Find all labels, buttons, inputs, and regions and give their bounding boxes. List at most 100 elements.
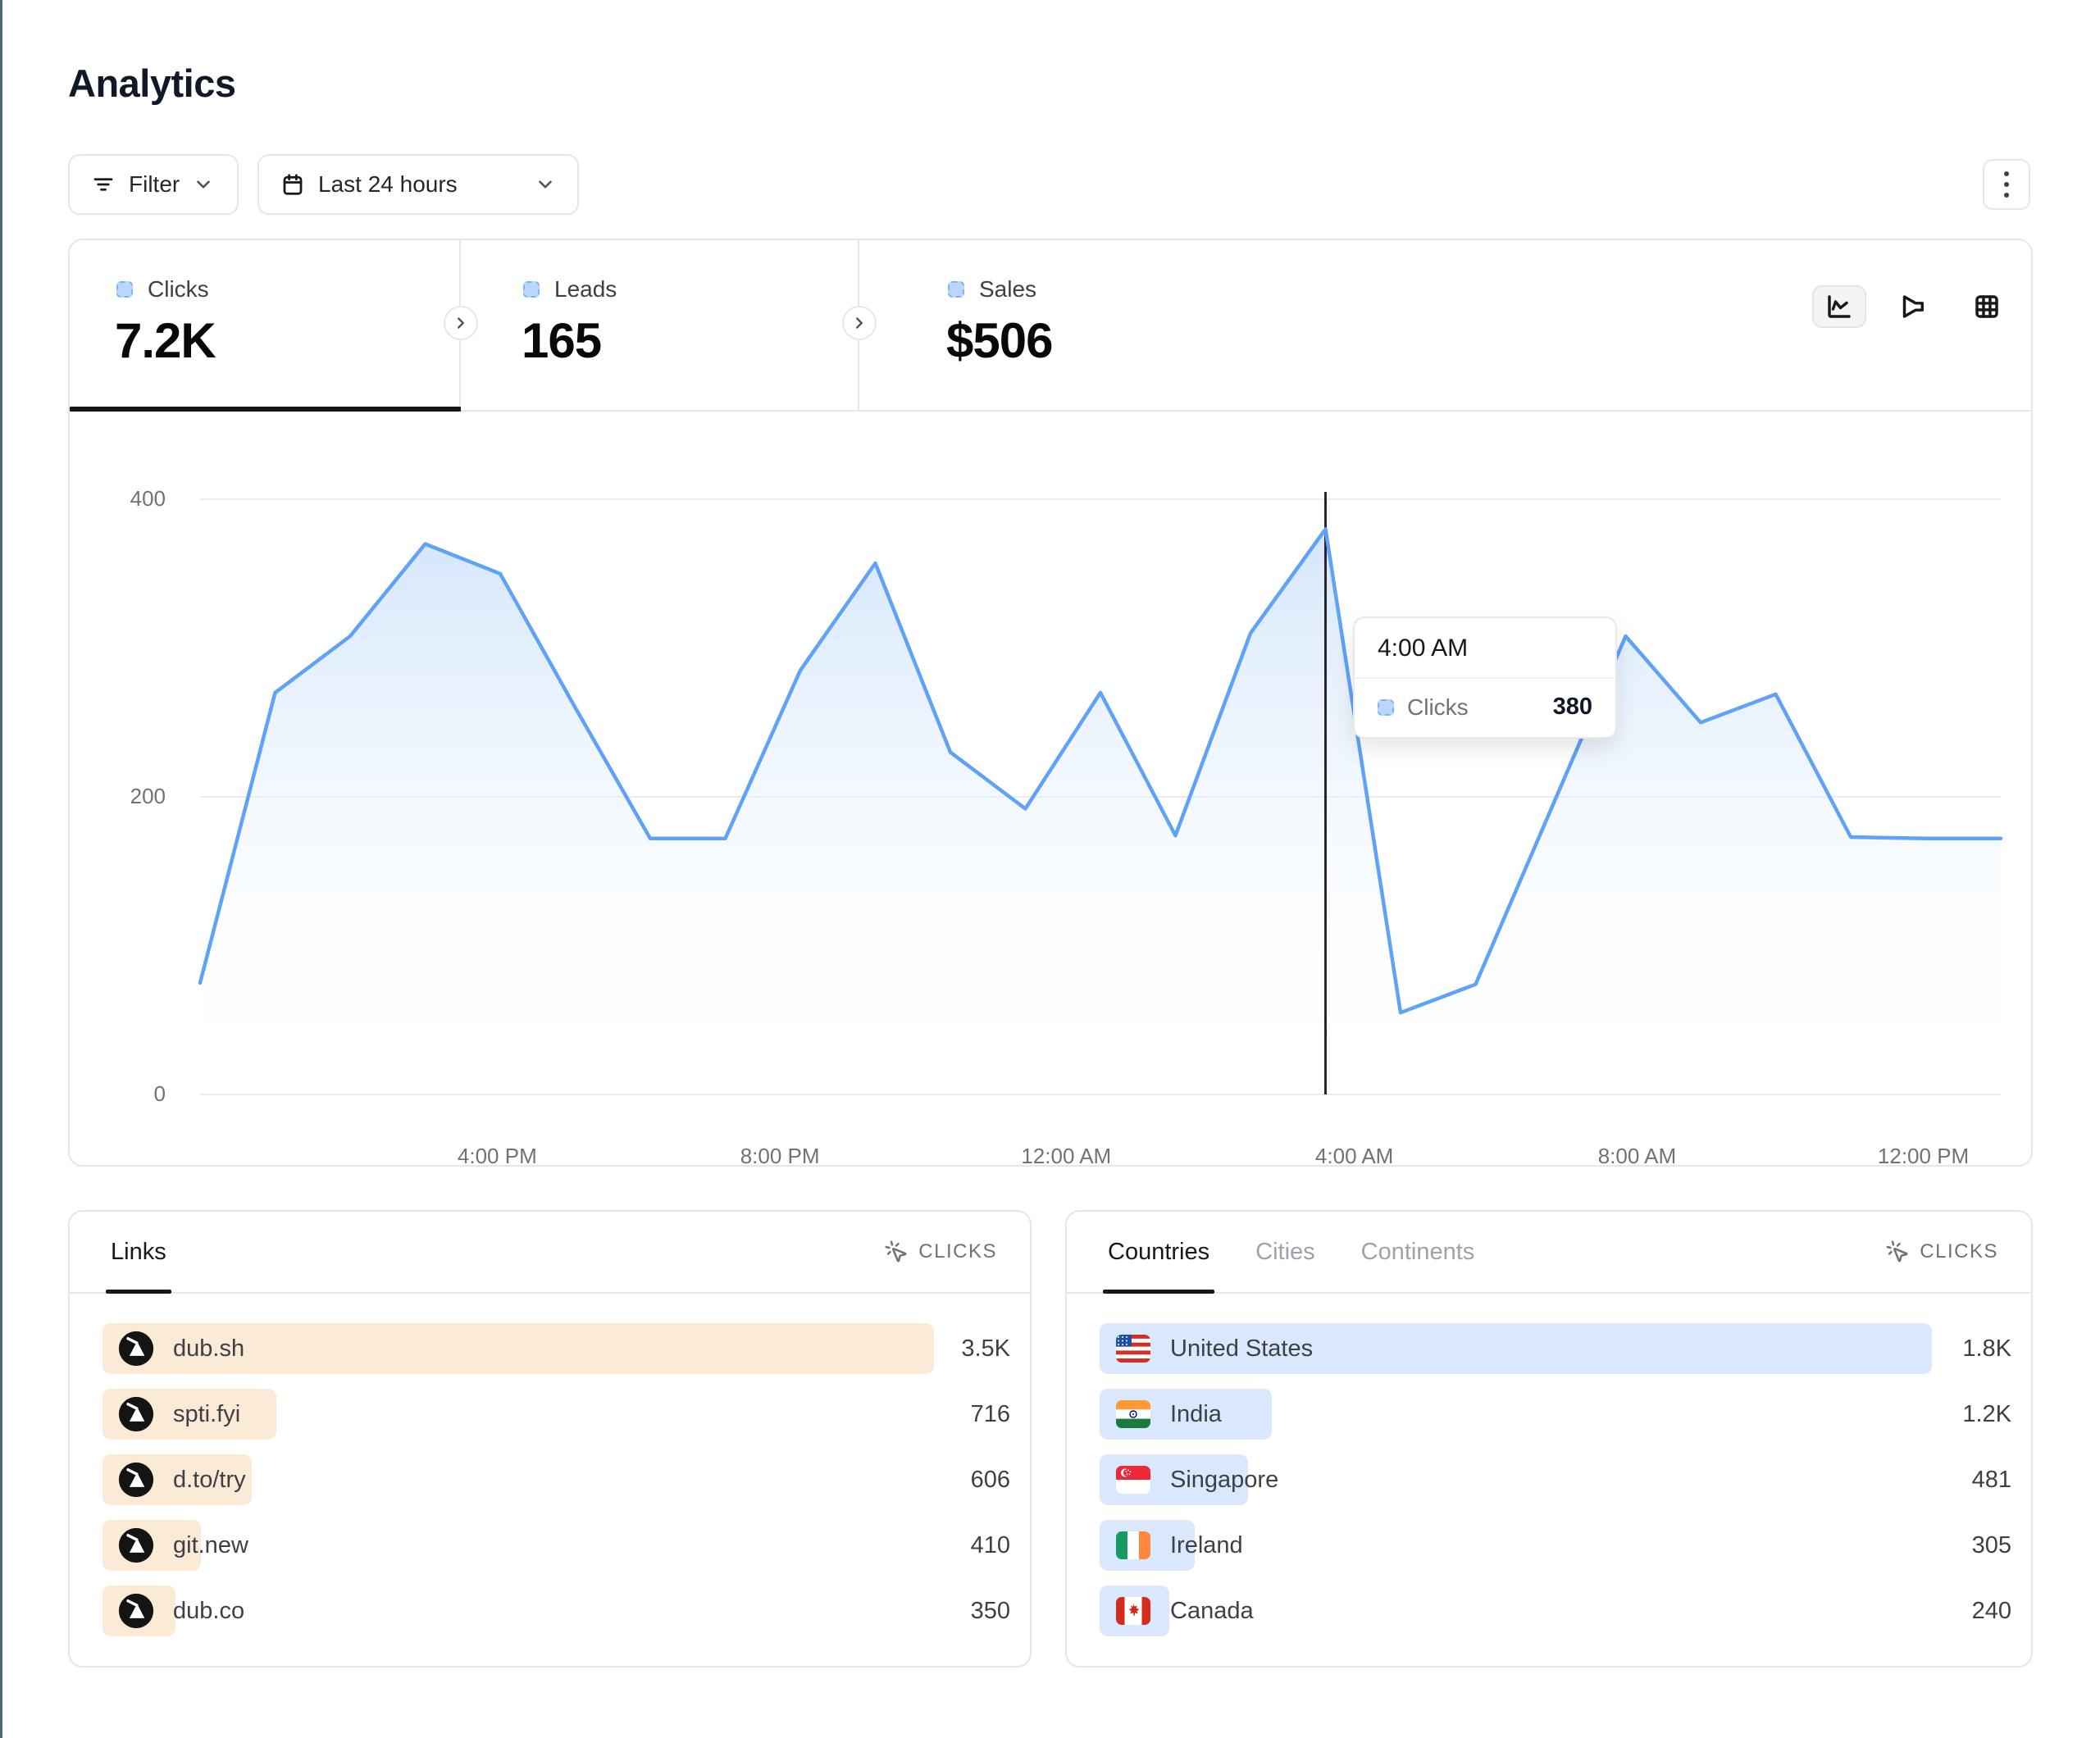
stat-label: Sales — [979, 276, 1036, 303]
stat-value: 165 — [522, 312, 601, 369]
country-clicks-value: 240 — [1972, 1598, 2011, 1625]
tooltip-series-chip — [1378, 699, 1394, 716]
tab-countries[interactable]: Countries — [1108, 1212, 1209, 1292]
cursor-click-icon — [884, 1240, 909, 1264]
tooltip-series-label: Clicks — [1407, 694, 1469, 721]
country-label: India — [1170, 1401, 1222, 1428]
y-axis-tick-label: 400 — [92, 486, 166, 512]
leads-series-chip — [523, 281, 540, 298]
active-stat-underline — [70, 407, 461, 412]
link-row[interactable]: spti.fyi716 — [102, 1389, 1010, 1440]
chevron-down-icon — [535, 174, 556, 195]
link-label: dub.co — [173, 1598, 244, 1625]
countries-metric-button[interactable]: CLICKS — [1885, 1240, 1998, 1264]
table-view-button[interactable] — [1960, 285, 2014, 328]
countries-metric-label: CLICKS — [1920, 1240, 1998, 1263]
stats-row: Clicks 7.2K Leads 165 Sales $506 — [70, 240, 2031, 412]
country-clicks-value: 1.2K — [1962, 1401, 2011, 1428]
country-row[interactable]: India 1.2K — [1100, 1389, 2011, 1440]
country-row[interactable]: United States 1.8K — [1100, 1323, 2011, 1374]
x-axis-tick-label: 8:00 AM — [1598, 1144, 1676, 1169]
link-row[interactable]: d.to/try606 — [102, 1454, 1010, 1505]
left-edge-divider — [0, 0, 2, 1738]
filter-button-label: Filter — [129, 171, 180, 198]
expand-clicks-button[interactable] — [444, 306, 478, 340]
link-clicks-value: 606 — [971, 1467, 1010, 1494]
chart-view-switcher — [1812, 285, 2014, 328]
links-panel-header: Links CLICKS — [70, 1212, 1030, 1294]
kebab-menu-icon — [2004, 171, 2009, 198]
dub-logo-icon — [117, 1461, 155, 1499]
date-range-button[interactable]: Last 24 hours — [257, 154, 579, 215]
clicks-timeseries-chart[interactable] — [200, 492, 2001, 1094]
filter-button[interactable]: Filter — [68, 154, 239, 215]
stat-card-leads[interactable]: Leads 165 — [461, 240, 859, 410]
funnel-chart-view-button[interactable] — [1886, 285, 1940, 328]
country-clicks-value: 305 — [1972, 1532, 2011, 1559]
link-row[interactable]: dub.co 350 — [102, 1586, 1010, 1636]
date-range-label: Last 24 hours — [318, 171, 458, 198]
flag-icon — [1114, 1395, 1152, 1433]
y-axis-tick-label: 0 — [92, 1081, 166, 1107]
stat-value: 7.2K — [115, 312, 216, 369]
tab-links[interactable]: Links — [111, 1212, 166, 1292]
flag-ie-icon — [1116, 1531, 1150, 1559]
flag-ca-icon — [1116, 1597, 1150, 1625]
tooltip-time: 4:00 AM — [1355, 618, 1615, 679]
country-label: Ireland — [1170, 1532, 1243, 1559]
country-row[interactable]: Singapore 481 — [1100, 1454, 2011, 1505]
link-label: spti.fyi — [173, 1401, 240, 1428]
chevron-down-icon — [193, 174, 214, 195]
country-label: United States — [1170, 1335, 1313, 1363]
country-clicks-value: 481 — [1972, 1467, 2011, 1494]
link-clicks-value: 350 — [971, 1598, 1010, 1625]
countries-panel-header: Countries Cities Continents CLICKS — [1067, 1212, 2031, 1294]
tab-cities[interactable]: Cities — [1255, 1212, 1315, 1292]
country-clicks-value: 1.8K — [1962, 1335, 2011, 1363]
stat-card-clicks[interactable]: Clicks 7.2K — [70, 240, 461, 410]
flag-icon — [1114, 1330, 1152, 1367]
x-axis-tick-label: 8:00 PM — [740, 1144, 820, 1169]
flag-icon — [1114, 1592, 1152, 1630]
countries-panel: Countries Cities Continents CLICKS Unite… — [1065, 1210, 2033, 1667]
link-row[interactable]: dub.sh 3.5K — [102, 1323, 1010, 1374]
tooltip-value: 380 — [1553, 694, 1592, 721]
stat-label: Leads — [554, 276, 617, 303]
more-options-button[interactable] — [1983, 159, 2030, 210]
link-clicks-value: 410 — [971, 1532, 1010, 1559]
country-row[interactable]: Canada240 — [1100, 1586, 2011, 1636]
funnel-chart-icon — [1898, 292, 1928, 321]
line-chart-view-button[interactable] — [1812, 285, 1866, 328]
links-metric-button[interactable]: CLICKS — [884, 1240, 997, 1264]
link-label: git.new — [173, 1532, 248, 1559]
dub-logo-icon — [117, 1526, 155, 1564]
x-axis-tick-label: 4:00 AM — [1315, 1144, 1393, 1169]
y-axis-tick-label: 200 — [92, 784, 166, 809]
table-view-icon — [1972, 292, 2002, 321]
link-label: dub.sh — [173, 1335, 244, 1363]
flag-us-icon — [1116, 1335, 1150, 1363]
tab-continents[interactable]: Continents — [1361, 1212, 1475, 1292]
stat-value: $506 — [946, 312, 1052, 369]
flag-in-icon — [1116, 1400, 1150, 1428]
country-label: Singapore — [1170, 1467, 1278, 1494]
links-panel: Links CLICKS dub.sh 3.5K spti.fyi716 d.to… — [68, 1210, 1032, 1667]
links-metric-label: CLICKS — [918, 1240, 997, 1263]
stat-label: Clicks — [148, 276, 209, 303]
flag-icon — [1114, 1526, 1152, 1564]
line-chart-icon — [1824, 292, 1854, 321]
link-row[interactable]: git.new 410 — [102, 1520, 1010, 1571]
filter-icon — [91, 172, 116, 197]
x-axis-tick-label: 12:00 PM — [1878, 1144, 1969, 1169]
sales-series-chip — [948, 281, 964, 298]
expand-leads-button[interactable] — [842, 306, 877, 340]
cursor-click-icon — [1885, 1240, 1910, 1264]
page-title: Analytics — [68, 61, 235, 106]
link-clicks-value: 3.5K — [961, 1335, 1010, 1363]
calendar-icon — [280, 172, 305, 197]
area-fill — [200, 529, 2001, 1094]
flag-icon — [1114, 1461, 1152, 1499]
country-row[interactable]: Ireland 305 — [1100, 1520, 2011, 1571]
stat-card-sales[interactable]: Sales $506 — [859, 240, 1204, 410]
dub-logo-icon — [117, 1395, 155, 1433]
